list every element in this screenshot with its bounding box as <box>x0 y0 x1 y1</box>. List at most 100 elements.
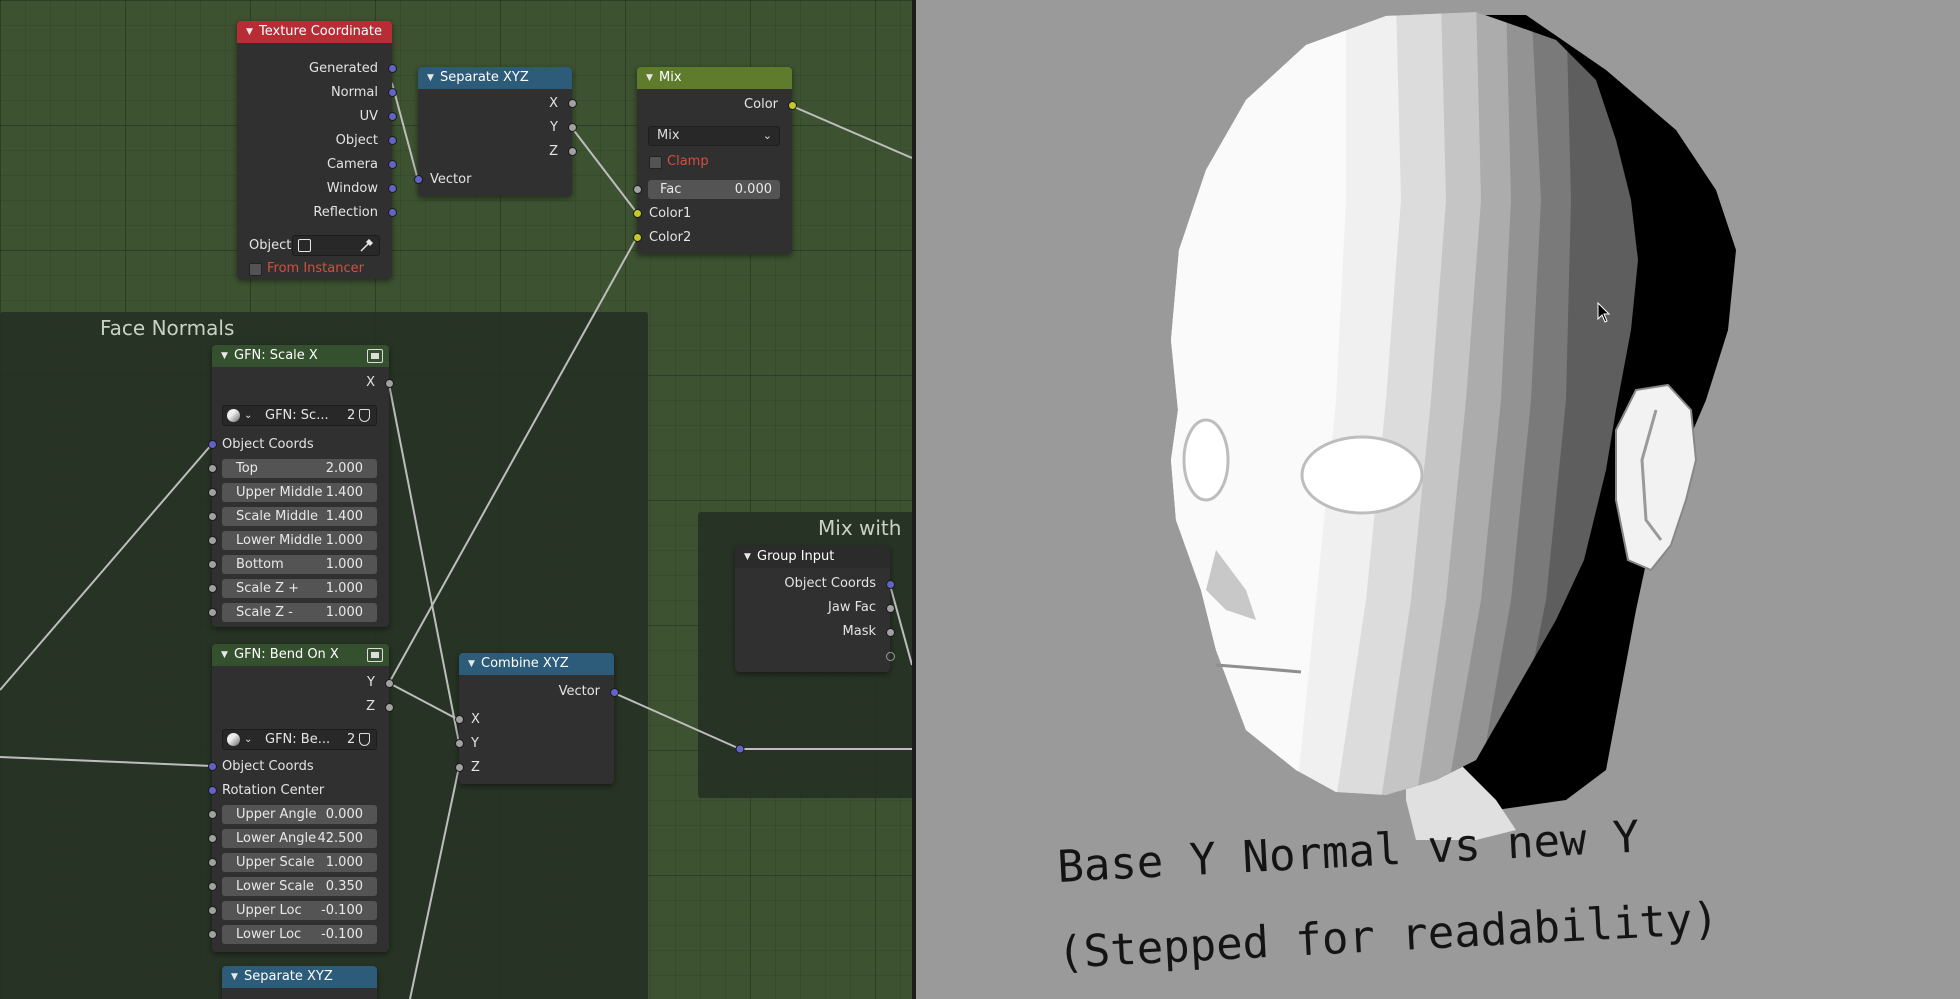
socket-x[interactable] <box>568 99 577 108</box>
socket-object-coords-out[interactable] <box>886 580 895 589</box>
socket-param[interactable] <box>208 834 217 843</box>
chevron-down-icon: ⌄ <box>244 410 253 421</box>
socket-param[interactable] <box>208 512 217 521</box>
socket-param[interactable] <box>208 584 217 593</box>
socket-jaw-fac-out[interactable] <box>886 604 895 613</box>
node-header[interactable]: ▼ Mix <box>637 67 792 89</box>
input-vector: Vector <box>430 172 472 187</box>
collapse-caret-icon[interactable]: ▼ <box>221 345 228 367</box>
param-top[interactable]: Top 2.000 <box>222 459 377 478</box>
socket-reflection[interactable] <box>388 208 397 217</box>
object-picker[interactable] <box>292 235 380 256</box>
socket-z-in[interactable] <box>455 763 464 772</box>
socket-object-coords[interactable] <box>208 762 217 771</box>
socket-rotation-center[interactable] <box>208 786 217 795</box>
fac-field[interactable]: Fac 0.000 <box>648 180 780 199</box>
socket-param[interactable] <box>208 488 217 497</box>
param-lower-scale[interactable]: Lower Scale 0.350 <box>222 877 377 896</box>
socket-z-out[interactable] <box>385 703 394 712</box>
node-header[interactable]: ▼ Separate XYZ <box>418 67 572 89</box>
param-upper-loc[interactable]: Upper Loc -0.100 <box>222 901 377 920</box>
node-texture-coordinate[interactable]: ▼ Texture Coordinate Generated Normal UV… <box>237 21 397 279</box>
param-scale-z-plus[interactable]: Scale Z + 1.000 <box>222 579 377 598</box>
socket-param[interactable] <box>208 810 217 819</box>
socket-z[interactable] <box>568 147 577 156</box>
collapse-caret-icon[interactable]: ▼ <box>468 653 475 675</box>
socket-mask-out[interactable] <box>886 628 895 637</box>
socket-param[interactable] <box>208 858 217 867</box>
node-group-input[interactable]: ▼ Group Input Object Coords Jaw Fac Mask <box>735 546 895 672</box>
clamp-label: Clamp <box>667 154 709 169</box>
socket-uv[interactable] <box>388 112 397 121</box>
eyedropper-icon[interactable] <box>359 239 373 253</box>
socket-vector-in[interactable] <box>414 175 423 184</box>
socket-y[interactable] <box>568 123 577 132</box>
socket-param[interactable] <box>208 882 217 891</box>
node-group-selector[interactable]: ⌄ GFN: Be... 2 <box>222 729 377 750</box>
node-header[interactable]: ▼ Texture Coordinate <box>237 21 392 43</box>
node-header[interactable]: ▼ GFN: Bend On X <box>212 644 389 666</box>
socket-vector-out[interactable] <box>610 688 619 697</box>
from-instancer-checkbox[interactable] <box>249 263 262 276</box>
socket-object[interactable] <box>388 136 397 145</box>
socket-window[interactable] <box>388 184 397 193</box>
param-scale-z-minus[interactable]: Scale Z - 1.000 <box>222 603 377 622</box>
node-editor[interactable]: Face Normals Mix with ▼ Texture Coordina… <box>0 0 912 999</box>
shield-icon[interactable] <box>359 409 370 422</box>
param-bottom[interactable]: Bottom 1.000 <box>222 555 377 574</box>
socket-y-out[interactable] <box>385 679 394 688</box>
node-mix[interactable]: ▼ Mix Color Mix ⌄ Clamp Fac 0.000 Color1… <box>633 67 797 254</box>
socket-x-out[interactable] <box>385 379 394 388</box>
blend-mode-dropdown[interactable]: Mix ⌄ <box>648 126 780 146</box>
node-header[interactable]: ▼ Group Input <box>735 546 890 568</box>
socket-empty-out[interactable] <box>886 652 895 661</box>
param-lower-middle[interactable]: Lower Middle 1.000 <box>222 531 377 550</box>
param-scale-middle[interactable]: Scale Middle 1.400 <box>222 507 377 526</box>
param-upper-scale[interactable]: Upper Scale 1.000 <box>222 853 377 872</box>
socket-normal[interactable] <box>388 88 397 97</box>
param-lower-angle[interactable]: Lower Angle 42.500 <box>222 829 377 848</box>
socket-x-in[interactable] <box>455 715 464 724</box>
socket-object-coords[interactable] <box>208 440 217 449</box>
socket-fac[interactable] <box>633 185 642 194</box>
collapse-caret-icon[interactable]: ▼ <box>231 966 238 988</box>
socket-color-out[interactable] <box>788 101 797 110</box>
socket-param[interactable] <box>208 930 217 939</box>
param-lower-loc[interactable]: Lower Loc -0.100 <box>222 925 377 944</box>
param-label: Lower Middle <box>236 533 323 548</box>
socket-color2[interactable] <box>633 233 642 242</box>
socket-y-in[interactable] <box>455 739 464 748</box>
group-node-icon[interactable] <box>367 349 383 363</box>
node-header[interactable]: ▼ Separate XYZ <box>222 966 377 988</box>
node-group-selector[interactable]: ⌄ GFN: Sc... 2 <box>222 405 377 426</box>
node-gfn-scale-x[interactable]: ▼ GFN: Scale X X ⌄ GFN: Sc... 2 Object C… <box>208 345 394 627</box>
node-separate-xyz[interactable]: ▼ Separate XYZ X Y Z Vector <box>414 67 577 196</box>
collapse-caret-icon[interactable]: ▼ <box>744 546 751 568</box>
socket-param[interactable] <box>208 560 217 569</box>
socket-param[interactable] <box>208 464 217 473</box>
socket-camera[interactable] <box>388 160 397 169</box>
output-object: Object <box>335 133 378 148</box>
node-gfn-bend-on-x[interactable]: ▼ GFN: Bend On X Y Z ⌄ GFN: Be... 2 Obje… <box>208 644 394 952</box>
node-header[interactable]: ▼ Combine XYZ <box>459 653 614 675</box>
collapse-caret-icon[interactable]: ▼ <box>246 21 253 43</box>
group-node-icon[interactable] <box>367 648 383 662</box>
socket-generated[interactable] <box>388 64 397 73</box>
node-combine-xyz[interactable]: ▼ Combine XYZ Vector X Y Z <box>455 653 619 784</box>
3d-viewport[interactable]: Base Y Normal vs new Y (Stepped for read… <box>916 0 1960 999</box>
socket-param[interactable] <box>208 608 217 617</box>
clamp-checkbox[interactable] <box>649 156 662 169</box>
collapse-caret-icon[interactable]: ▼ <box>221 644 228 666</box>
param-upper-middle[interactable]: Upper Middle 1.400 <box>222 483 377 502</box>
collapse-caret-icon[interactable]: ▼ <box>646 67 653 89</box>
collapse-caret-icon[interactable]: ▼ <box>427 67 434 89</box>
socket-param[interactable] <box>208 906 217 915</box>
shield-icon[interactable] <box>359 733 370 746</box>
param-value: 1.000 <box>325 605 363 620</box>
socket-color1[interactable] <box>633 209 642 218</box>
param-upper-angle[interactable]: Upper Angle 0.000 <box>222 805 377 824</box>
datablock-name: GFN: Sc... <box>265 408 329 423</box>
node-separate-xyz-bottom[interactable]: ▼ Separate XYZ <box>222 966 377 999</box>
socket-param[interactable] <box>208 536 217 545</box>
node-header[interactable]: ▼ GFN: Scale X <box>212 345 389 367</box>
